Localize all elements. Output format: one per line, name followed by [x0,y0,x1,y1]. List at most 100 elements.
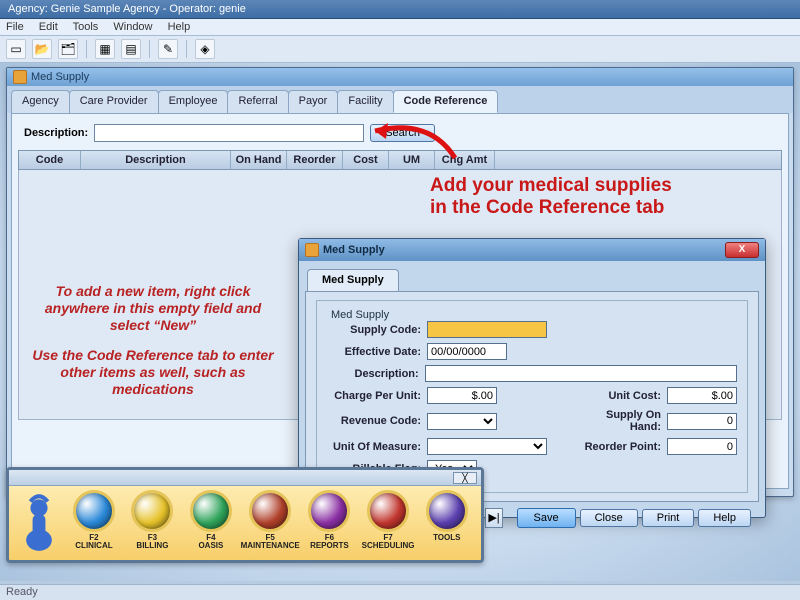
unit-of-measure-select[interactable] [427,438,547,455]
tab-payor[interactable]: Payor [288,90,339,113]
print-button[interactable]: Print [642,509,695,527]
fieldset-legend: Med Supply [327,309,393,321]
effective-date-input[interactable] [427,343,507,360]
grid-col-code[interactable]: Code [19,151,81,169]
toolbar-separator [149,40,150,58]
menu-window[interactable]: Window [113,21,152,33]
close-button[interactable]: Close [580,509,638,527]
dock-item-label: F6REPORTS [310,534,349,550]
description-field[interactable] [425,365,737,382]
dock-item-maintenance[interactable]: F5MAINTENANCE [243,490,297,550]
help-button[interactable]: Help [698,509,751,527]
toolbar-separator [86,40,87,58]
annotation-headline: Add your medical supplies in the Code Re… [430,175,672,219]
grid-col-um[interactable]: UM [389,151,435,169]
supply-code-label: Supply Code: [327,324,427,336]
dialog-tab-med-supply[interactable]: Med Supply [307,269,399,291]
dock-collapse-icon[interactable]: ╳ [453,472,477,484]
reorder-point-input[interactable] [667,438,737,455]
menu-tools[interactable]: Tools [73,21,99,33]
dock-item-scheduling[interactable]: F7SCHEDULING [362,490,415,550]
search-row: Description: Search [18,120,782,150]
unit-cost-input[interactable] [667,387,737,404]
tab-code-reference[interactable]: Code Reference [393,90,499,113]
unit-of-measure-label: Unit Of Measure: [327,441,427,453]
open-folder-icon[interactable]: 📂 [32,39,52,59]
dialog-titlebar[interactable]: Med Supply X [299,239,765,261]
reports-medallion-icon [308,490,350,532]
revenue-code-select[interactable] [427,413,497,430]
app-title-text: Agency: Genie Sample Agency - Operator: … [8,3,246,15]
dock-item-label: F2CLINICAL [75,534,112,550]
folder-tree-icon[interactable]: 🗂 [58,39,78,59]
search-button[interactable]: Search [370,124,435,142]
grid-icon[interactable]: ▦ [95,39,115,59]
child-window-titlebar: Med Supply [7,68,793,86]
charge-per-unit-input[interactable] [427,387,497,404]
workspace: Med Supply AgencyCare ProviderEmployeeRe… [0,63,800,581]
dock-item-label: F3BILLING [136,534,168,550]
dock-item-reports[interactable]: F6REPORTS [303,490,355,550]
grid-col-description[interactable]: Description [81,151,231,169]
grid-col-cost[interactable]: Cost [343,151,389,169]
grid-col-chg-amt[interactable]: Chg Amt [435,151,495,169]
save-button[interactable]: Save [517,508,576,528]
dock-item-label: F7SCHEDULING [362,534,415,550]
edit-pencil-icon[interactable]: ✎ [158,39,178,59]
annotation-headline-l1: Add your medical supplies [430,175,672,197]
menu-bar: File Edit Tools Window Help [0,19,800,36]
tab-employee[interactable]: Employee [158,90,229,113]
annotation-instructions: To add a new item, right click anywhere … [28,283,278,398]
oasis-medallion-icon [190,490,232,532]
new-doc-icon[interactable]: ▭ [6,39,26,59]
scheduling-medallion-icon [367,490,409,532]
charge-per-unit-label: Charge Per Unit: [327,390,427,402]
tools-medallion-icon [426,490,468,532]
reorder-point-label: Reorder Point: [572,441,667,453]
revenue-code-label: Revenue Code: [327,415,427,427]
supply-code-input[interactable] [427,321,547,338]
dialog-title-text: Med Supply [323,244,385,256]
description-input[interactable] [94,124,364,142]
task-dock: ╳ F2CLINICAL F3BILLING F4OASISF5MAINTENANC… [6,467,484,563]
tab-facility[interactable]: Facility [337,90,393,113]
main-toolbar: ▭ 📂 🗂 ▦ ▤ ✎ ◈ [0,36,800,63]
menu-edit[interactable]: Edit [39,21,58,33]
menu-help[interactable]: Help [168,21,191,33]
annotation-p1: To add a new item, right click anywhere … [28,283,278,333]
dock-item-tools[interactable]: TOOLS [421,490,473,542]
genie-mascot-icon [17,490,62,556]
dock-item-label: TOOLS [433,534,460,542]
med-supply-icon [13,70,27,84]
status-text: Ready [6,586,38,598]
effective-date-label: Effective Date: [327,346,427,358]
grid-col-reorder[interactable]: Reorder [287,151,343,169]
main-tabstrip: AgencyCare ProviderEmployeeReferralPayor… [7,86,793,113]
grid-header: CodeDescriptionOn HandReorderCostUMChg A… [18,150,782,170]
supply-on-hand-label: Supply On Hand: [572,409,667,433]
grid-col-on-hand[interactable]: On Hand [231,151,287,169]
dock-item-billing[interactable]: F3BILLING [126,490,178,550]
dock-item-label: F5MAINTENANCE [241,534,300,550]
med-supply-fieldset: Med Supply Supply Code: Effective Date: … [316,300,748,493]
form-icon[interactable]: ▤ [121,39,141,59]
clinical-medallion-icon [73,490,115,532]
unit-cost-label: Unit Cost: [572,390,667,402]
dock-item-oasis[interactable]: F4OASIS [185,490,237,550]
menu-file[interactable]: File [6,21,24,33]
tab-referral[interactable]: Referral [227,90,288,113]
annotation-headline-l2: in the Code Reference tab [430,197,672,219]
tab-agency[interactable]: Agency [11,90,70,113]
supply-on-hand-input[interactable] [667,413,737,430]
med-supply-icon [305,243,319,257]
help-book-icon[interactable]: ◈ [195,39,215,59]
dock-item-clinical[interactable]: F2CLINICAL [68,490,120,550]
tab-care-provider[interactable]: Care Provider [69,90,159,113]
annotation-p2: Use the Code Reference tab to enter othe… [28,347,278,397]
close-icon[interactable]: X [725,242,759,258]
child-window-title: Med Supply [31,71,89,83]
nav-last-icon[interactable]: ▶| [485,508,504,528]
billing-medallion-icon [131,490,173,532]
maintenance-medallion-icon [249,490,291,532]
dock-titlebar[interactable]: ╳ [9,470,481,486]
